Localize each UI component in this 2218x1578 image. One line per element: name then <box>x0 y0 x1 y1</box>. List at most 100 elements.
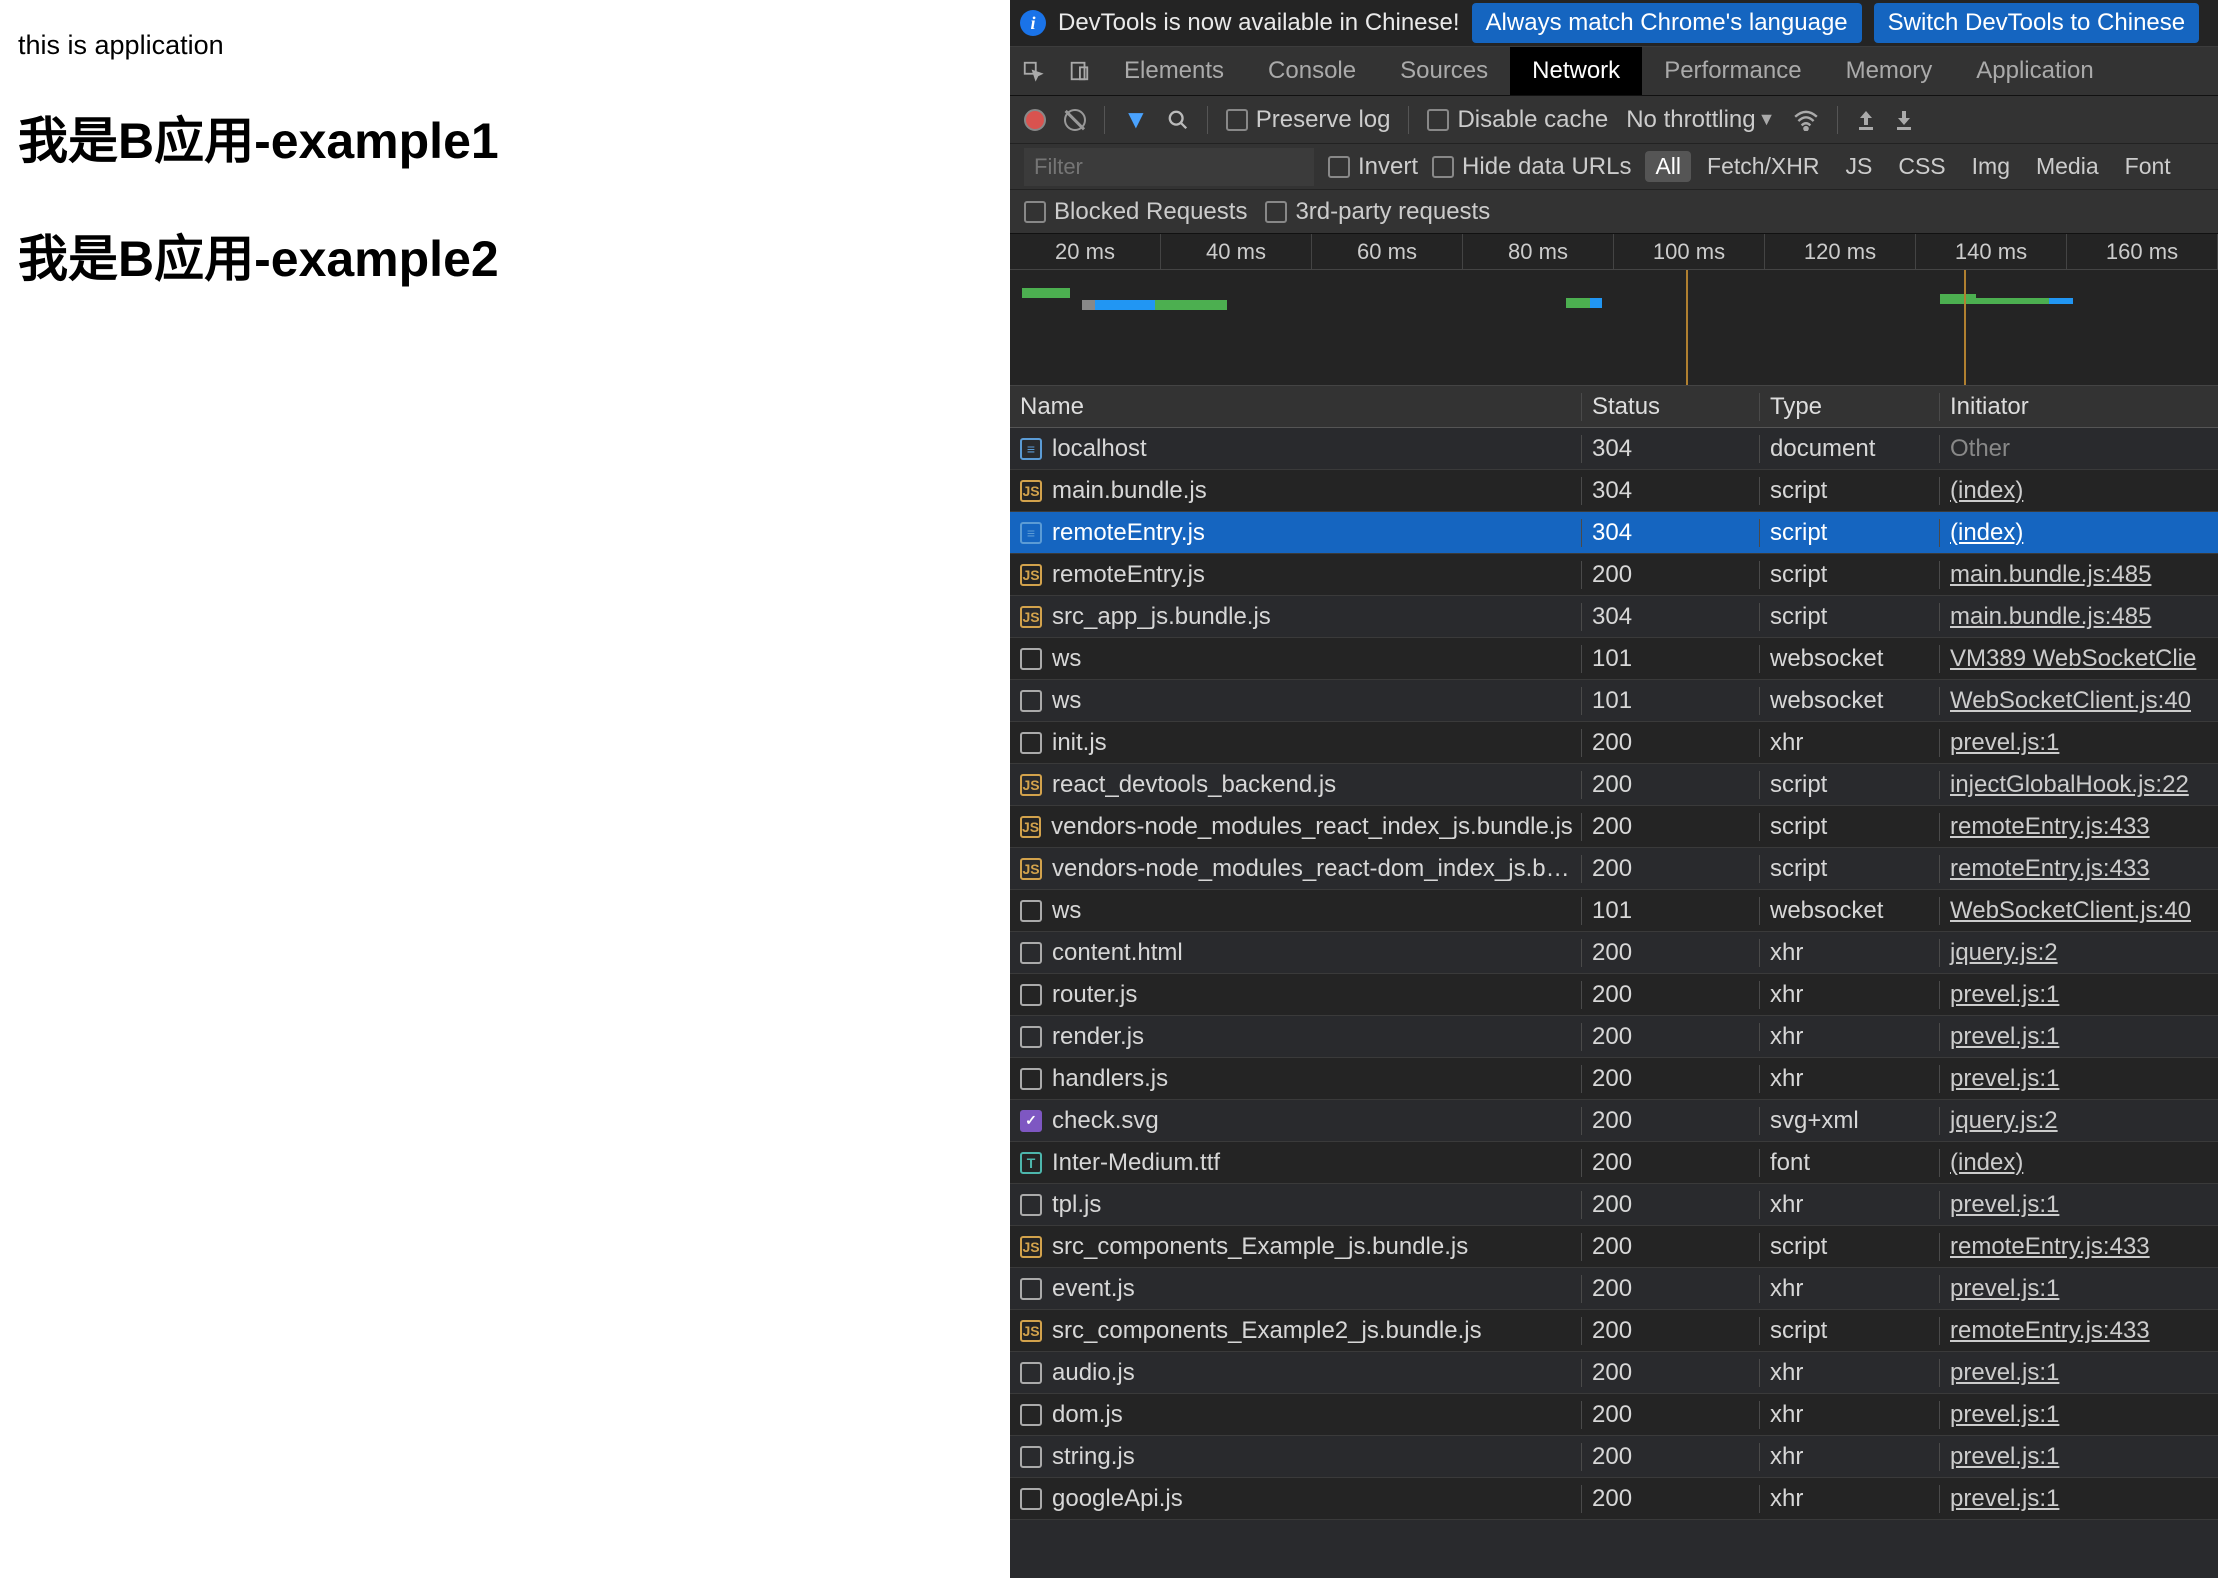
table-row[interactable]: ≡remoteEntry.js304script(index) <box>1010 512 2218 554</box>
table-row[interactable]: tpl.js200xhrprevel.js:1 <box>1010 1184 2218 1226</box>
table-row[interactable]: check.svg200svg+xmljquery.js:2 <box>1010 1100 2218 1142</box>
request-initiator-link[interactable]: jquery.js:2 <box>1950 939 2058 967</box>
request-initiator-link[interactable]: prevel.js:1 <box>1950 729 2059 757</box>
request-initiator-link[interactable]: prevel.js:1 <box>1950 1023 2059 1051</box>
filter-icon[interactable]: ▼ <box>1123 104 1149 135</box>
filter-type-media[interactable]: Media <box>2026 151 2109 182</box>
request-initiator-link[interactable]: prevel.js:1 <box>1950 1401 2059 1429</box>
request-initiator-link[interactable]: prevel.js:1 <box>1950 1191 2059 1219</box>
third-party-checkbox[interactable]: 3rd-party requests <box>1265 198 1490 226</box>
table-row[interactable]: render.js200xhrprevel.js:1 <box>1010 1016 2218 1058</box>
table-row[interactable]: dom.js200xhrprevel.js:1 <box>1010 1394 2218 1436</box>
table-row[interactable]: JSvendors-node_modules_react_index_js.bu… <box>1010 806 2218 848</box>
table-row[interactable]: ws101websocketWebSocketClient.js:40 <box>1010 890 2218 932</box>
match-language-button[interactable]: Always match Chrome's language <box>1472 3 1862 43</box>
request-name: src_app_js.bundle.js <box>1052 603 1271 631</box>
device-toolbar-icon[interactable] <box>1056 47 1102 95</box>
request-status: 101 <box>1582 897 1760 925</box>
table-row[interactable]: ≡localhost304documentOther <box>1010 428 2218 470</box>
table-row[interactable]: router.js200xhrprevel.js:1 <box>1010 974 2218 1016</box>
request-name: src_components_Example_js.bundle.js <box>1052 1233 1468 1261</box>
preserve-log-checkbox[interactable]: Preserve log <box>1226 106 1391 134</box>
request-initiator-link[interactable]: main.bundle.js:485 <box>1950 603 2151 631</box>
inspect-element-icon[interactable] <box>1010 47 1056 95</box>
table-row[interactable]: JSvendors-node_modules_react-dom_index_j… <box>1010 848 2218 890</box>
table-row[interactable]: ws101websocketWebSocketClient.js:40 <box>1010 680 2218 722</box>
clear-icon[interactable] <box>1064 109 1086 131</box>
table-row[interactable]: string.js200xhrprevel.js:1 <box>1010 1436 2218 1478</box>
request-status: 200 <box>1582 1359 1760 1387</box>
record-icon[interactable] <box>1024 109 1046 131</box>
gen-file-icon <box>1020 1068 1042 1090</box>
request-initiator-link[interactable]: VM389 WebSocketClie <box>1950 645 2196 673</box>
filter-type-fetch-xhr[interactable]: Fetch/XHR <box>1697 151 1829 182</box>
network-timeline[interactable]: 20 ms40 ms60 ms80 ms100 ms120 ms140 ms16… <box>1010 234 2218 386</box>
tab-performance[interactable]: Performance <box>1642 47 1823 95</box>
timeline-tick: 160 ms <box>2067 234 2218 269</box>
request-status: 200 <box>1582 1401 1760 1429</box>
request-initiator-link[interactable]: prevel.js:1 <box>1950 981 2059 1009</box>
request-initiator-link[interactable]: jquery.js:2 <box>1950 1107 2058 1135</box>
request-initiator-link[interactable]: prevel.js:1 <box>1950 1359 2059 1387</box>
request-initiator-link[interactable]: (index) <box>1950 477 2023 505</box>
blocked-requests-checkbox[interactable]: Blocked Requests <box>1024 198 1247 226</box>
table-row[interactable]: TInter-Medium.ttf200font(index) <box>1010 1142 2218 1184</box>
header-type[interactable]: Type <box>1760 393 1940 421</box>
filter-type-font[interactable]: Font <box>2115 151 2181 182</box>
request-initiator-link[interactable]: main.bundle.js:485 <box>1950 561 2151 589</box>
search-icon[interactable] <box>1167 109 1189 131</box>
network-conditions-icon[interactable] <box>1793 109 1819 131</box>
tab-memory[interactable]: Memory <box>1824 47 1955 95</box>
tab-console[interactable]: Console <box>1246 47 1378 95</box>
table-row[interactable]: JSsrc_components_Example_js.bundle.js200… <box>1010 1226 2218 1268</box>
filter-type-css[interactable]: CSS <box>1888 151 1955 182</box>
request-initiator-link[interactable]: prevel.js:1 <box>1950 1065 2059 1093</box>
request-initiator-link[interactable]: remoteEntry.js:433 <box>1950 1233 2150 1261</box>
filter-type-all[interactable]: All <box>1645 151 1691 182</box>
table-row[interactable]: JSsrc_app_js.bundle.js304scriptmain.bund… <box>1010 596 2218 638</box>
table-row[interactable]: init.js200xhrprevel.js:1 <box>1010 722 2218 764</box>
disable-cache-checkbox[interactable]: Disable cache <box>1427 106 1608 134</box>
table-row[interactable]: audio.js200xhrprevel.js:1 <box>1010 1352 2218 1394</box>
request-initiator-link[interactable]: remoteEntry.js:433 <box>1950 855 2150 883</box>
request-initiator-link[interactable]: (index) <box>1950 1149 2023 1177</box>
filter-input[interactable] <box>1024 148 1314 186</box>
tab-network[interactable]: Network <box>1510 47 1642 95</box>
request-initiator-link[interactable]: WebSocketClient.js:40 <box>1950 897 2191 925</box>
request-initiator-link[interactable]: prevel.js:1 <box>1950 1443 2059 1471</box>
timeline-tick: 100 ms <box>1614 234 1765 269</box>
table-row[interactable]: handlers.js200xhrprevel.js:1 <box>1010 1058 2218 1100</box>
tab-sources[interactable]: Sources <box>1378 47 1510 95</box>
switch-language-button[interactable]: Switch DevTools to Chinese <box>1874 3 2199 43</box>
request-name: localhost <box>1052 435 1147 463</box>
table-row[interactable]: content.html200xhrjquery.js:2 <box>1010 932 2218 974</box>
invert-checkbox[interactable]: Invert <box>1328 153 1418 181</box>
table-row[interactable]: googleApi.js200xhrprevel.js:1 <box>1010 1478 2218 1520</box>
request-status: 304 <box>1582 477 1760 505</box>
request-initiator-link[interactable]: injectGlobalHook.js:22 <box>1950 771 2189 799</box>
table-row[interactable]: JSmain.bundle.js304script(index) <box>1010 470 2218 512</box>
hide-data-urls-checkbox[interactable]: Hide data URLs <box>1432 153 1631 181</box>
tab-elements[interactable]: Elements <box>1102 47 1246 95</box>
table-row[interactable]: JSreact_devtools_backend.js200scriptinje… <box>1010 764 2218 806</box>
request-status: 200 <box>1582 1065 1760 1093</box>
table-row[interactable]: JSremoteEntry.js200scriptmain.bundle.js:… <box>1010 554 2218 596</box>
export-har-icon[interactable] <box>1894 109 1914 131</box>
request-initiator-link[interactable]: WebSocketClient.js:40 <box>1950 687 2191 715</box>
table-row[interactable]: ws101websocketVM389 WebSocketClie <box>1010 638 2218 680</box>
request-initiator-link[interactable]: remoteEntry.js:433 <box>1950 1317 2150 1345</box>
request-initiator-link[interactable]: prevel.js:1 <box>1950 1275 2059 1303</box>
header-status[interactable]: Status <box>1582 393 1760 421</box>
header-name[interactable]: Name <box>1010 393 1582 421</box>
import-har-icon[interactable] <box>1856 109 1876 131</box>
request-initiator-link[interactable]: prevel.js:1 <box>1950 1485 2059 1513</box>
tab-application[interactable]: Application <box>1954 47 2115 95</box>
table-row[interactable]: event.js200xhrprevel.js:1 <box>1010 1268 2218 1310</box>
request-initiator-link[interactable]: (index) <box>1950 519 2023 547</box>
filter-type-js[interactable]: JS <box>1836 151 1883 182</box>
table-row[interactable]: JSsrc_components_Example2_js.bundle.js20… <box>1010 1310 2218 1352</box>
header-initiator[interactable]: Initiator <box>1940 393 2218 421</box>
request-initiator-link[interactable]: remoteEntry.js:433 <box>1950 813 2150 841</box>
throttling-dropdown[interactable]: No throttling ▼ <box>1626 106 1775 134</box>
filter-type-img[interactable]: Img <box>1962 151 2020 182</box>
